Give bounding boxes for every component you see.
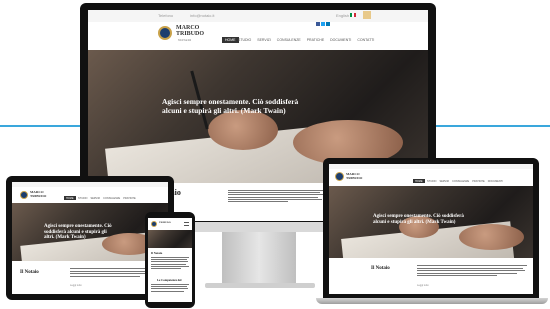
laptop-base <box>316 298 548 304</box>
nav-item-servizi[interactable]: SERVIZI <box>257 38 271 42</box>
laptop-read-more[interactable]: Leggi tutto <box>417 284 429 287</box>
phone-menu-icon[interactable] <box>184 222 189 226</box>
tablet-logo-icon[interactable] <box>20 191 28 199</box>
phone-logo-icon[interactable] <box>151 221 157 227</box>
laptop-logo-icon[interactable] <box>335 172 344 181</box>
phone-text <box>151 257 189 270</box>
laptop-hero-quote: Agisci sempre onestamente. Ciò soddisfer… <box>373 214 464 225</box>
tablet-brand-line2: TRIBUDO <box>30 194 47 198</box>
laptop-section-title: Il Notaio <box>371 266 390 271</box>
nav-home[interactable]: HOME <box>222 37 239 43</box>
tablet-nav-studio[interactable]: STUDIO <box>78 197 87 200</box>
tablet-read-more[interactable]: Leggi tutto <box>70 284 82 287</box>
top-phone: Telefono <box>158 13 174 18</box>
linkedin-icon[interactable] <box>326 22 330 26</box>
section-text <box>228 190 324 203</box>
imac-stand <box>222 232 296 284</box>
nav-item-studio[interactable]: STUDIO <box>238 38 251 42</box>
phone-screen: TRIBUDO Il Notaio Le Competenze del <box>148 218 192 302</box>
phone-text-2 <box>151 284 189 293</box>
tablet-nav-pratiche[interactable]: PRATICHE <box>123 197 135 200</box>
tablet-hero-quote: Agisci sempre onestamente. Ciò soddisfer… <box>44 224 112 240</box>
phone-hero-image <box>148 230 192 248</box>
laptop-screen: MARCO TRIBUDO HOME STUDIO SERVIZI CONSUL… <box>329 164 533 294</box>
top-email: info@notaio.it <box>190 13 215 18</box>
laptop-section-text <box>417 265 527 278</box>
nav-item-contatti[interactable]: CONTATTI <box>357 38 374 42</box>
phone-section-title: Il Notaio <box>151 251 163 255</box>
laptop-nav-consulenze[interactable]: CONSULENZE <box>452 180 469 183</box>
phone-brand-line2: TRIBUDO <box>159 221 171 224</box>
tablet-nav-servizi[interactable]: SERVIZI <box>90 197 100 200</box>
phone-subtitle: Le Competenze del <box>157 278 182 282</box>
social-icons <box>316 13 331 31</box>
facebook-icon[interactable] <box>316 22 320 26</box>
tablet-section-title: Il Notaio <box>20 270 39 275</box>
laptop-nav-documenti[interactable]: DOCUMENTI <box>488 180 503 183</box>
top-bar <box>88 10 428 22</box>
logo-icon[interactable] <box>158 26 172 40</box>
twitter-icon[interactable] <box>321 22 325 26</box>
brand-name-line2: TRIBUDO <box>176 31 205 37</box>
nav-item-consulenze[interactable]: CONSULENZE <box>277 38 301 42</box>
main-nav: STUDIO SERVIZI CONSULENZE PRATICHE DOCUM… <box>238 38 374 42</box>
laptop-brand-line2: TRIBUDO <box>346 176 363 180</box>
laptop-nav-home[interactable]: HOME <box>413 179 425 183</box>
brand-tagline: NOTAIO <box>178 38 192 42</box>
laptop-nav-servizi[interactable]: SERVIZI <box>439 180 449 183</box>
imac-base <box>205 283 315 288</box>
hero-quote: Agisci sempre onestamente. Ciò soddisfer… <box>162 97 299 115</box>
flag-icon[interactable] <box>350 13 356 17</box>
tablet-nav-consulenze[interactable]: CONSULENZE <box>103 197 120 200</box>
tablet-nav-home[interactable]: HOME <box>64 196 76 200</box>
nav-item-pratiche[interactable]: PRATICHE <box>307 38 324 42</box>
laptop-nav-pratiche[interactable]: PRATICHE <box>472 180 484 183</box>
badge-icon[interactable] <box>363 11 371 19</box>
lang-link[interactable]: English <box>336 13 349 18</box>
laptop-nav-studio[interactable]: STUDIO <box>427 180 436 183</box>
nav-item-documenti[interactable]: DOCUMENTI <box>330 38 351 42</box>
